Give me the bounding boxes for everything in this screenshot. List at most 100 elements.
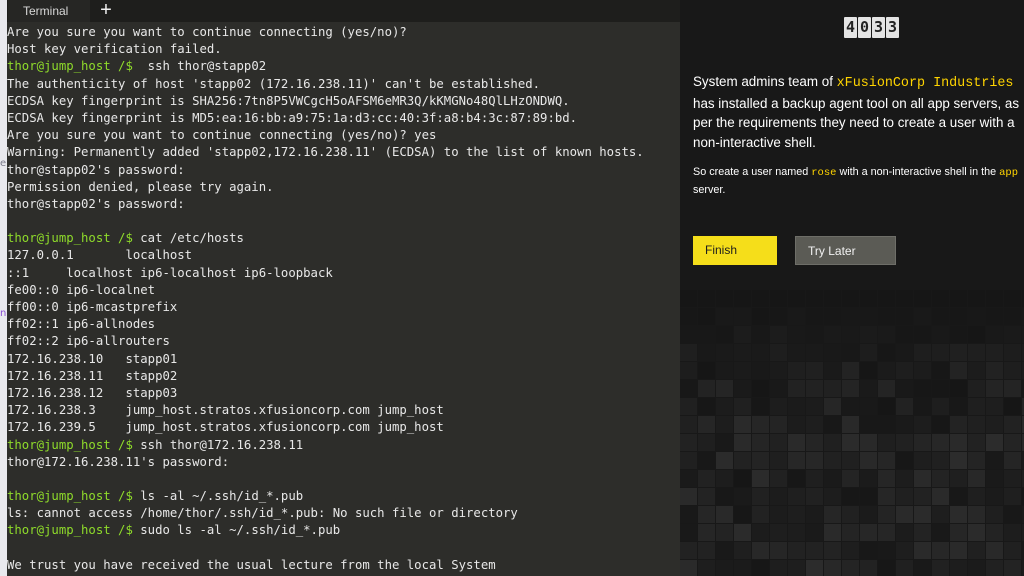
pattern-tile xyxy=(1004,524,1021,541)
counter-digit: 3 xyxy=(886,17,899,38)
pattern-tile xyxy=(770,326,787,343)
pattern-tile xyxy=(842,542,859,559)
pattern-tile xyxy=(770,308,787,325)
pattern-tile xyxy=(878,488,895,505)
pattern-tile xyxy=(842,326,859,343)
pattern-tile xyxy=(914,362,931,379)
pattern-tile xyxy=(914,344,931,361)
pattern-tile xyxy=(752,434,769,451)
pattern-tile xyxy=(698,434,715,451)
pattern-tile xyxy=(914,308,931,325)
pattern-tile xyxy=(860,524,877,541)
line-text: 127.0.0.1 localhost xyxy=(7,248,193,263)
pattern-tile xyxy=(752,344,769,361)
line-text: Permission denied, please try again. xyxy=(7,179,274,194)
pattern-tile xyxy=(914,542,931,559)
pattern-tile xyxy=(860,452,877,469)
pattern-tile xyxy=(716,542,733,559)
company-name: xFusionCorp Industries xyxy=(836,76,1014,91)
pattern-tile xyxy=(950,416,967,433)
pattern-tile xyxy=(1004,398,1021,415)
terminal-output[interactable]: Are you sure you want to continue connec… xyxy=(7,24,680,574)
pattern-tile xyxy=(878,470,895,487)
pattern-tile xyxy=(752,380,769,397)
pattern-tile xyxy=(698,290,715,307)
task-text: with a non-interactive shell in the xyxy=(836,166,1000,178)
line-text: ff02::1 ip6-allnodes xyxy=(7,317,156,332)
terminal-line: ECDSA key fingerprint is SHA256:7tn8P5VW… xyxy=(7,93,680,110)
pattern-tile xyxy=(968,470,985,487)
pattern-tile xyxy=(752,398,769,415)
terminal-line: ECDSA key fingerprint is MD5:ea:16:bb:a9… xyxy=(7,110,680,127)
pattern-tile xyxy=(698,308,715,325)
line-text: ssh thor@stapp02 xyxy=(132,59,267,74)
pattern-tile xyxy=(698,542,715,559)
pattern-tile xyxy=(986,434,1003,451)
line-text: ::1 localhost ip6-localhost ip6-loopback xyxy=(7,265,333,280)
shell-prompt: thor@jump_host /$ xyxy=(7,59,133,74)
pattern-tile xyxy=(680,542,697,559)
pattern-tile xyxy=(860,380,877,397)
pattern-tile xyxy=(1004,488,1021,505)
shell-prompt: thor@jump_host /$ xyxy=(7,489,133,504)
counter-digit: 4 xyxy=(844,17,857,38)
pattern-tile xyxy=(878,542,895,559)
pattern-tile xyxy=(932,308,949,325)
pattern-tile xyxy=(752,326,769,343)
terminal-line: 172.16.238.3 jump_host.stratos.xfusionco… xyxy=(7,402,680,419)
pattern-tile xyxy=(788,560,805,576)
pattern-tile xyxy=(860,326,877,343)
terminal-window[interactable]: Terminal + Are you sure you want to cont… xyxy=(0,0,680,576)
terminal-tab-bar: Terminal + xyxy=(0,0,680,22)
try-later-button[interactable]: Try Later xyxy=(795,236,896,265)
pattern-tile xyxy=(716,434,733,451)
pattern-tile xyxy=(878,434,895,451)
pattern-tile xyxy=(752,506,769,523)
add-tab-icon[interactable]: + xyxy=(96,0,116,22)
pattern-tile xyxy=(896,470,913,487)
pattern-tile xyxy=(860,290,877,307)
pattern-tile xyxy=(788,398,805,415)
line-text: ECDSA key fingerprint is MD5:ea:16:bb:a9… xyxy=(7,110,578,125)
pattern-tile xyxy=(770,380,787,397)
pattern-tile xyxy=(986,362,1003,379)
pattern-tile xyxy=(950,362,967,379)
pattern-tile xyxy=(698,326,715,343)
pattern-tile xyxy=(860,344,877,361)
pattern-tile xyxy=(770,398,787,415)
pattern-tile xyxy=(914,560,931,576)
pattern-tile xyxy=(896,326,913,343)
pattern-tile xyxy=(680,434,697,451)
line-text: 172.16.238.11 stapp02 xyxy=(7,368,178,383)
pattern-tile xyxy=(770,542,787,559)
pattern-tile xyxy=(968,542,985,559)
pattern-tile xyxy=(788,344,805,361)
pattern-tile xyxy=(770,470,787,487)
task-instruction: So create a user named rose with a non-i… xyxy=(693,164,1024,199)
pattern-tile xyxy=(716,488,733,505)
pattern-tile xyxy=(698,470,715,487)
pattern-tile xyxy=(806,506,823,523)
pattern-tile xyxy=(698,488,715,505)
finish-button[interactable]: Finish xyxy=(693,236,777,265)
pattern-tile xyxy=(716,452,733,469)
pattern-tile xyxy=(986,488,1003,505)
tab-terminal[interactable]: Terminal xyxy=(8,0,90,22)
pattern-tile xyxy=(878,560,895,576)
pattern-tile xyxy=(968,308,985,325)
pattern-tile xyxy=(896,506,913,523)
desc-text: System admins team of xyxy=(693,74,837,89)
pattern-tile xyxy=(896,362,913,379)
pattern-tile xyxy=(968,362,985,379)
line-text: ls: cannot access /home/thor/.ssh/id_*.p… xyxy=(7,506,518,521)
pattern-tile xyxy=(896,488,913,505)
pattern-tile xyxy=(770,362,787,379)
pattern-tile xyxy=(950,488,967,505)
pattern-tile xyxy=(770,416,787,433)
terminal-line: fe00::0 ip6-localnet xyxy=(7,282,680,299)
pattern-tile xyxy=(752,560,769,576)
pattern-tile xyxy=(896,380,913,397)
pattern-tile xyxy=(878,452,895,469)
line-text: ff02::2 ip6-allrouters xyxy=(7,334,170,349)
pattern-tile xyxy=(986,416,1003,433)
